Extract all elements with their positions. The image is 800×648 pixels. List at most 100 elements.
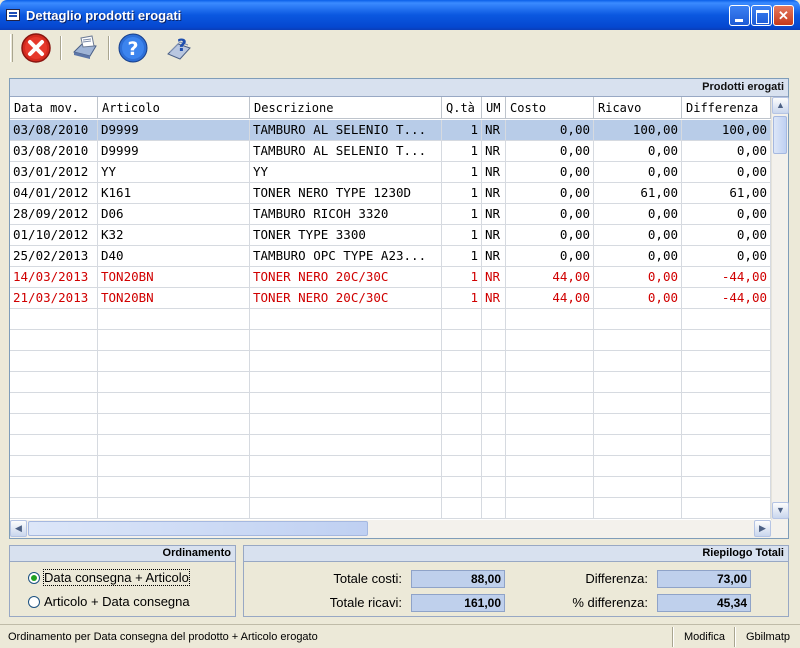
cell-articolo[interactable]: D9999: [98, 141, 250, 161]
cell-qta[interactable]: 1: [442, 204, 482, 224]
cell-articolo[interactable]: D9999: [98, 120, 250, 140]
empty-cell[interactable]: [98, 351, 250, 371]
empty-cell[interactable]: [442, 456, 482, 476]
empty-cell[interactable]: [250, 414, 442, 434]
cell-costo[interactable]: 0,00: [506, 246, 594, 266]
empty-cell[interactable]: [98, 393, 250, 413]
empty-cell[interactable]: [506, 393, 594, 413]
cell-um[interactable]: NR: [482, 183, 506, 203]
cell-differenza[interactable]: 0,00: [682, 246, 771, 266]
cell-ricavo[interactable]: 0,00: [594, 267, 682, 287]
cell-articolo[interactable]: D40: [98, 246, 250, 266]
help-icon[interactable]: ?: [117, 32, 151, 64]
empty-cell[interactable]: [442, 372, 482, 392]
cell-descrizione[interactable]: TONER NERO TYPE 1230D: [250, 183, 442, 203]
cell-differenza[interactable]: 61,00: [682, 183, 771, 203]
col-header-ricavo[interactable]: Ricavo: [594, 97, 682, 118]
cell-um[interactable]: NR: [482, 246, 506, 266]
empty-cell[interactable]: [98, 435, 250, 455]
scroll-right-icon[interactable]: ▶: [754, 520, 771, 537]
empty-cell[interactable]: [506, 477, 594, 497]
empty-cell[interactable]: [482, 393, 506, 413]
empty-cell[interactable]: [482, 498, 506, 518]
cell-differenza[interactable]: 0,00: [682, 141, 771, 161]
empty-cell[interactable]: [594, 414, 682, 434]
table-row[interactable]: 01/10/2012 K32 TONER TYPE 3300 1 NR 0,00 0,00 0…: [10, 225, 771, 246]
cell-articolo[interactable]: YY: [98, 162, 250, 182]
empty-cell[interactable]: [506, 351, 594, 371]
cell-qta[interactable]: 1: [442, 288, 482, 308]
empty-cell[interactable]: [682, 372, 771, 392]
cell-descrizione[interactable]: TAMBURO AL SELENIO T...: [250, 120, 442, 140]
empty-table-row[interactable]: [10, 351, 771, 372]
empty-table-row[interactable]: [10, 498, 771, 519]
empty-cell[interactable]: [250, 309, 442, 329]
table-row[interactable]: 14/03/2013 TON20BN TONER NERO 20C/30C 1 NR 44…: [10, 267, 771, 288]
table-row[interactable]: 03/08/2010 D9999 TAMBURO AL SELENIO T... 1 N…: [10, 120, 771, 141]
cell-ricavo[interactable]: 0,00: [594, 141, 682, 161]
empty-cell[interactable]: [250, 351, 442, 371]
empty-table-row[interactable]: [10, 477, 771, 498]
col-header-data[interactable]: Data mov.: [10, 97, 98, 118]
cell-differenza[interactable]: -44,00: [682, 288, 771, 308]
cell-data[interactable]: 28/09/2012: [10, 204, 98, 224]
help-document-icon[interactable]: ?: [162, 32, 196, 64]
empty-cell[interactable]: [250, 435, 442, 455]
empty-cell[interactable]: [594, 372, 682, 392]
empty-cell[interactable]: [10, 309, 98, 329]
cell-costo[interactable]: 0,00: [506, 183, 594, 203]
scroll-left-icon[interactable]: ◀: [10, 520, 27, 537]
empty-cell[interactable]: [682, 393, 771, 413]
empty-cell[interactable]: [10, 414, 98, 434]
empty-cell[interactable]: [482, 309, 506, 329]
radio-unchecked-icon[interactable]: [28, 596, 40, 608]
empty-cell[interactable]: [10, 372, 98, 392]
cell-qta[interactable]: 1: [442, 120, 482, 140]
cell-articolo[interactable]: K161: [98, 183, 250, 203]
empty-cell[interactable]: [250, 330, 442, 350]
empty-cell[interactable]: [682, 351, 771, 371]
empty-cell[interactable]: [594, 351, 682, 371]
cell-costo[interactable]: 0,00: [506, 141, 594, 161]
empty-cell[interactable]: [506, 456, 594, 476]
empty-cell[interactable]: [594, 393, 682, 413]
empty-cell[interactable]: [10, 498, 98, 518]
cell-um[interactable]: NR: [482, 204, 506, 224]
empty-cell[interactable]: [442, 309, 482, 329]
cell-um[interactable]: NR: [482, 162, 506, 182]
empty-cell[interactable]: [682, 498, 771, 518]
empty-cell[interactable]: [442, 414, 482, 434]
empty-cell[interactable]: [482, 435, 506, 455]
cell-data[interactable]: 04/01/2012: [10, 183, 98, 203]
empty-table-row[interactable]: [10, 414, 771, 435]
empty-cell[interactable]: [594, 477, 682, 497]
table-row[interactable]: 04/01/2012 K161 TONER NERO TYPE 1230D 1 NR 0,…: [10, 183, 771, 204]
empty-cell[interactable]: [506, 309, 594, 329]
cell-um[interactable]: NR: [482, 120, 506, 140]
cell-ricavo[interactable]: 0,00: [594, 246, 682, 266]
empty-table-row[interactable]: [10, 435, 771, 456]
col-header-qta[interactable]: Q.tà: [442, 97, 482, 118]
empty-cell[interactable]: [442, 351, 482, 371]
empty-cell[interactable]: [482, 477, 506, 497]
cell-articolo[interactable]: K32: [98, 225, 250, 245]
cell-costo[interactable]: 0,00: [506, 120, 594, 140]
table-row[interactable]: 03/08/2010 D9999 TAMBURO AL SELENIO T... 1 N…: [10, 141, 771, 162]
empty-cell[interactable]: [682, 435, 771, 455]
cell-differenza[interactable]: -44,00: [682, 267, 771, 287]
cell-costo[interactable]: 0,00: [506, 204, 594, 224]
empty-cell[interactable]: [10, 351, 98, 371]
cell-descrizione[interactable]: YY: [250, 162, 442, 182]
empty-cell[interactable]: [442, 477, 482, 497]
empty-table-row[interactable]: [10, 309, 771, 330]
empty-cell[interactable]: [594, 435, 682, 455]
empty-cell[interactable]: [506, 372, 594, 392]
empty-cell[interactable]: [594, 456, 682, 476]
scroll-up-icon[interactable]: ▲: [772, 97, 789, 114]
cell-differenza[interactable]: 0,00: [682, 225, 771, 245]
cell-data[interactable]: 03/08/2010: [10, 120, 98, 140]
cell-costo[interactable]: 0,00: [506, 162, 594, 182]
empty-cell[interactable]: [482, 456, 506, 476]
horizontal-scrollbar[interactable]: ◀ ▶: [10, 520, 788, 538]
cell-qta[interactable]: 1: [442, 267, 482, 287]
